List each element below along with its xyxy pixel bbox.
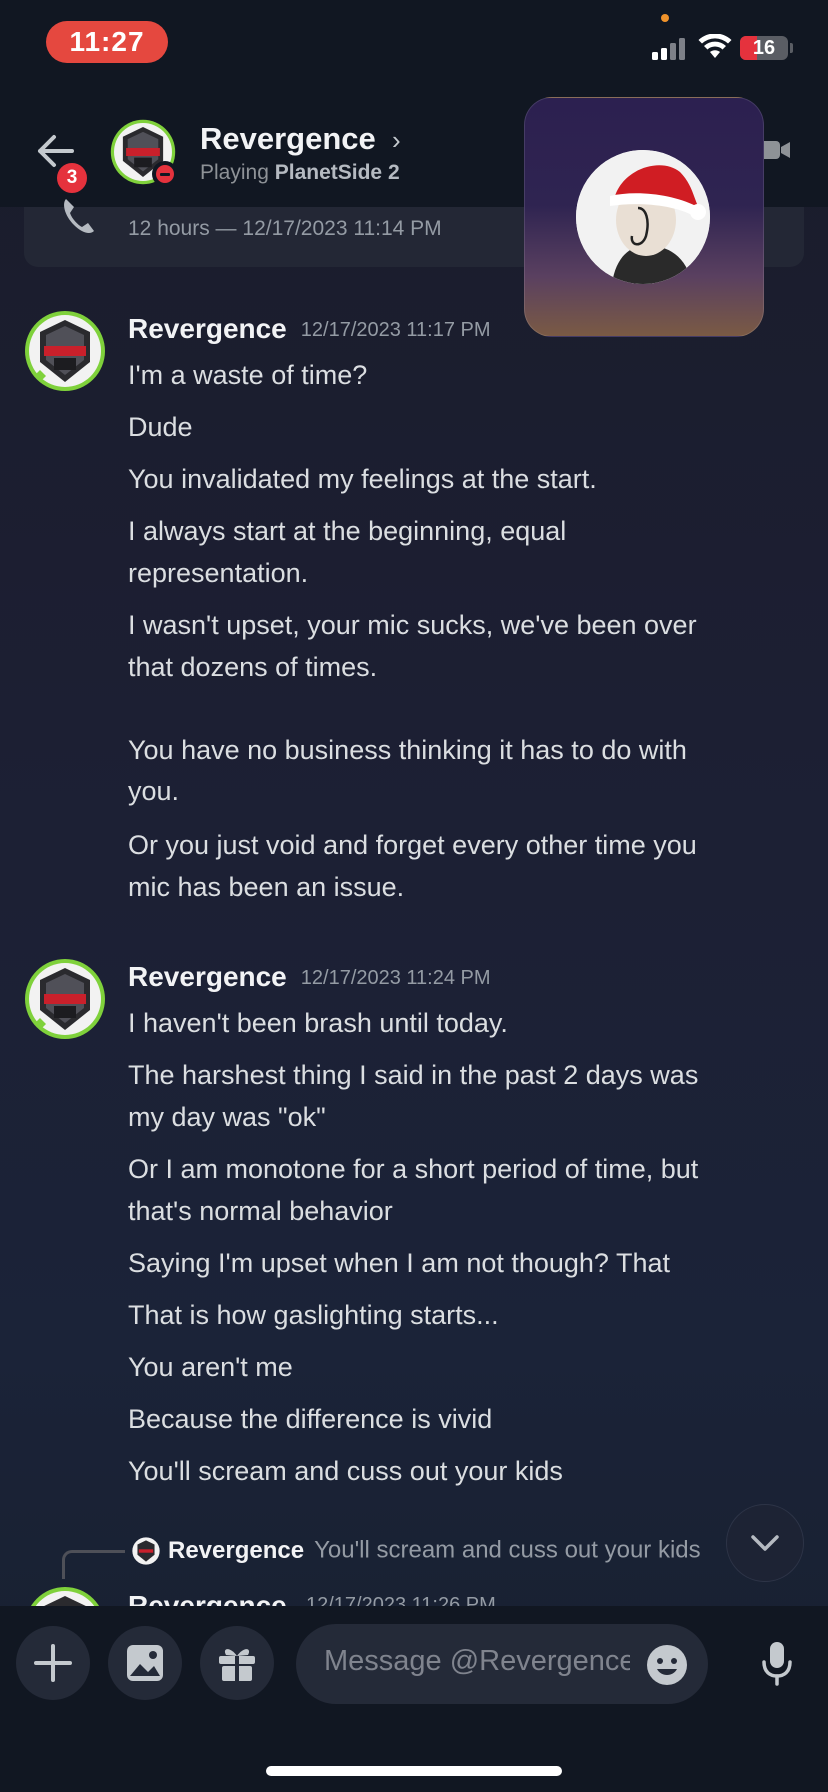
message-input-placeholder: Message @Revergence bbox=[324, 1645, 630, 1677]
message-text[interactable]: Or I am monotone for a short period of t… bbox=[128, 1149, 808, 1232]
call-duration-text: 12 hours — 12/17/2023 11:14 PM bbox=[128, 217, 442, 240]
message-avatar[interactable] bbox=[24, 958, 106, 1040]
battery-icon: 16 bbox=[740, 36, 788, 60]
voice-message-button[interactable] bbox=[740, 1626, 814, 1700]
reply-avatar bbox=[132, 1536, 160, 1565]
message-timestamp: 12/17/2023 11:17 PM bbox=[300, 319, 491, 341]
battery-tip bbox=[790, 43, 793, 53]
gallery-button[interactable] bbox=[108, 1626, 182, 1700]
message-timestamp: 12/17/2023 11:24 PM bbox=[300, 967, 491, 989]
activity-prefix: Playing bbox=[200, 161, 269, 184]
message-text[interactable]: Because the difference is vivid bbox=[128, 1399, 808, 1441]
message-text[interactable]: The harshest thing I said in the past 2 … bbox=[128, 1055, 808, 1138]
wifi-icon bbox=[698, 34, 732, 58]
chevron-down-icon bbox=[751, 1535, 779, 1551]
message-text[interactable]: That is how gaslighting starts... bbox=[128, 1295, 808, 1337]
message-header: Revergence 12/17/2023 11:24 PM bbox=[128, 961, 491, 993]
reply-reference[interactable]: Revergence You'll scream and cuss out you… bbox=[132, 1536, 701, 1565]
battery-level: 16 bbox=[752, 37, 776, 59]
add-attachment-button[interactable] bbox=[16, 1626, 90, 1700]
message-author[interactable]: Revergence bbox=[128, 313, 287, 344]
privacy-indicator-dot bbox=[661, 14, 669, 22]
message-text[interactable]: Saying I'm upset when I am not though? T… bbox=[128, 1243, 808, 1285]
phone-icon bbox=[64, 199, 94, 233]
message-text[interactable]: I wasn't upset, your mic sucks, we've be… bbox=[128, 605, 808, 813]
caller-avatar bbox=[576, 150, 710, 284]
dnd-status-icon bbox=[152, 161, 178, 187]
home-indicator[interactable] bbox=[266, 1766, 562, 1776]
message-author[interactable]: Revergence bbox=[128, 961, 287, 992]
message-text[interactable]: I haven't been brash until today. bbox=[128, 1003, 808, 1045]
status-bar: 11:27 16 bbox=[0, 0, 828, 95]
message-text[interactable]: You invalidated my feelings at the start… bbox=[128, 459, 808, 501]
header-username[interactable]: Revergence bbox=[200, 121, 376, 157]
chevron-right-icon[interactable]: › bbox=[392, 125, 401, 156]
reply-author: Revergence bbox=[168, 1536, 305, 1564]
reply-snippet: You'll scream and cuss out your kids bbox=[314, 1536, 701, 1564]
message-input[interactable]: Message @Revergence bbox=[296, 1624, 708, 1704]
microphone-icon bbox=[762, 1642, 792, 1686]
jump-to-present-button[interactable] bbox=[726, 1504, 804, 1582]
message-composer: Message @Revergence bbox=[0, 1606, 828, 1792]
activity-status: Playing PlanetSide 2 bbox=[200, 161, 400, 185]
message-text[interactable]: You'll scream and cuss out your kids bbox=[128, 1451, 808, 1493]
message-avatar[interactable] bbox=[24, 310, 106, 392]
call-overlay[interactable] bbox=[524, 97, 764, 337]
message-header: Revergence 12/17/2023 11:17 PM bbox=[128, 313, 491, 345]
status-time[interactable]: 11:27 bbox=[46, 21, 168, 63]
gift-icon bbox=[219, 1649, 255, 1681]
message-text[interactable]: Or you just void and forget every other … bbox=[128, 825, 808, 908]
message-text[interactable]: I always start at the beginning, equal r… bbox=[128, 511, 808, 594]
plus-icon bbox=[34, 1644, 72, 1682]
emoji-icon[interactable] bbox=[646, 1644, 688, 1686]
message-text[interactable]: You aren't me bbox=[128, 1347, 808, 1389]
activity-game: PlanetSide 2 bbox=[274, 161, 400, 184]
santa-hat-avatar-icon bbox=[576, 150, 710, 284]
image-icon bbox=[127, 1645, 163, 1681]
message-text[interactable]: Dude bbox=[128, 407, 808, 449]
unread-badge: 3 bbox=[54, 160, 90, 196]
message-text[interactable]: I'm a waste of time? bbox=[128, 355, 808, 397]
gift-button[interactable] bbox=[200, 1626, 274, 1700]
reply-connector bbox=[62, 1550, 125, 1579]
